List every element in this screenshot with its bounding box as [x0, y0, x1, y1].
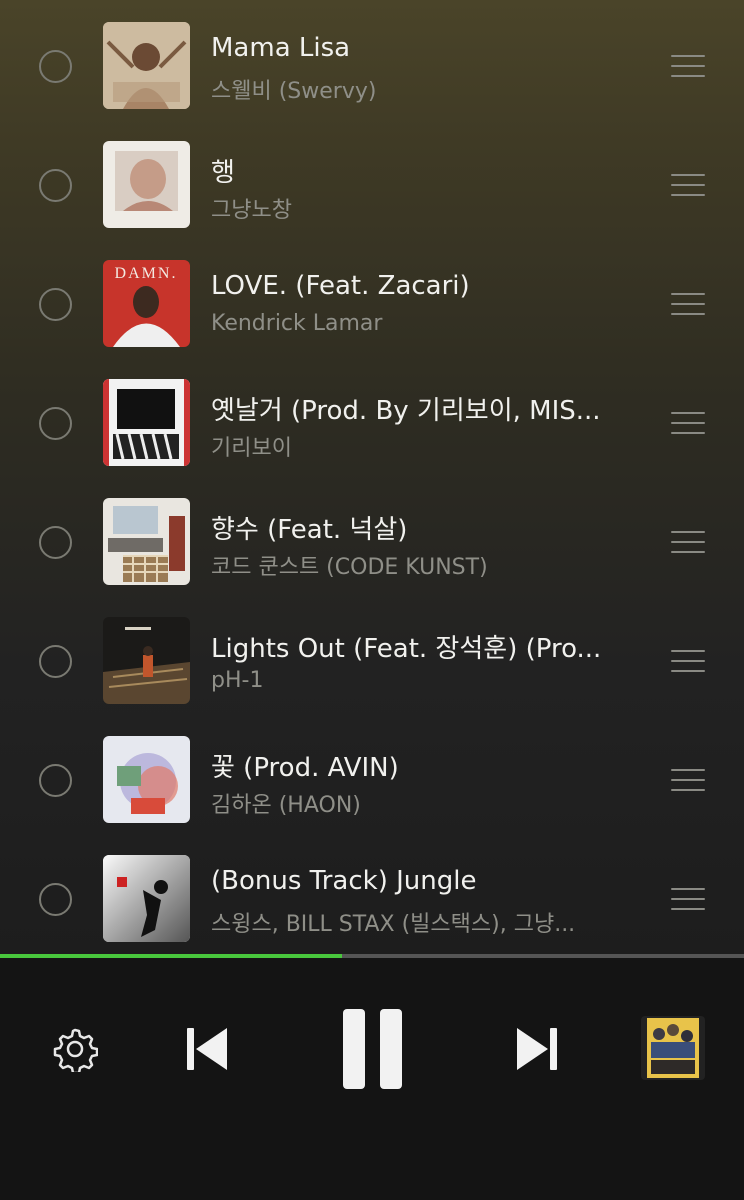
track-title: Mama Lisa — [211, 33, 351, 63]
album-art — [103, 736, 190, 823]
queue-row[interactable]: Mama Lisa 스웰비 (Swervy) — [0, 7, 744, 126]
track-artist: 스윙스, BILL STAX (빌스택스), 그냥... — [211, 912, 576, 937]
select-checkbox[interactable] — [39, 764, 72, 797]
album-art: DAMN. — [103, 260, 190, 347]
next-icon[interactable] — [516, 1026, 558, 1072]
queue-row[interactable]: (Bonus Track) Jungle 스윙스, BILL STAX (빌스택… — [0, 840, 744, 956]
reorder-handle-icon[interactable] — [671, 769, 705, 791]
album-art — [103, 22, 190, 109]
player-controls — [0, 958, 744, 1200]
queue-row[interactable]: 행 그냥노창 — [0, 126, 744, 245]
select-checkbox[interactable] — [39, 50, 72, 83]
track-title: 향수 (Feat. 넉살) — [211, 515, 408, 545]
gear-icon[interactable] — [52, 1026, 99, 1075]
queue-row[interactable]: 꽃 (Prod. AVIN) 김하온 (HAON) — [0, 721, 744, 840]
track-artist: Kendrick Lamar — [211, 311, 383, 336]
pause-icon[interactable] — [342, 1008, 404, 1090]
track-artist: 김하온 (HAON) — [211, 793, 361, 818]
album-art — [103, 379, 190, 466]
reorder-handle-icon[interactable] — [671, 412, 705, 434]
queue-list: Mama Lisa 스웰비 (Swervy) 행 그냥노창 DAMN. LOVE… — [0, 0, 744, 956]
track-title: Lights Out (Feat. 장석훈) (Pro... — [211, 634, 602, 664]
album-art — [103, 617, 190, 704]
select-checkbox[interactable] — [39, 407, 72, 440]
reorder-handle-icon[interactable] — [671, 531, 705, 553]
previous-icon[interactable] — [186, 1026, 228, 1072]
track-artist: pH-1 — [211, 668, 264, 693]
reorder-handle-icon[interactable] — [671, 293, 705, 315]
select-checkbox[interactable] — [39, 883, 72, 916]
select-checkbox[interactable] — [39, 645, 72, 678]
track-title: 옛날거 (Prod. By 기리보이, MIS... — [211, 396, 601, 426]
track-title: LOVE. (Feat. Zacari) — [211, 271, 470, 301]
reorder-handle-icon[interactable] — [671, 888, 705, 910]
select-checkbox[interactable] — [39, 288, 72, 321]
queue-row[interactable]: Lights Out (Feat. 장석훈) (Pro... pH-1 — [0, 602, 744, 721]
track-artist: 그냥노창 — [211, 198, 292, 223]
track-title: 꽃 (Prod. AVIN) — [211, 753, 399, 783]
reorder-handle-icon[interactable] — [671, 650, 705, 672]
track-title: (Bonus Track) Jungle — [211, 866, 477, 896]
album-art — [103, 498, 190, 585]
select-checkbox[interactable] — [39, 169, 72, 202]
select-checkbox[interactable] — [39, 526, 72, 559]
reorder-handle-icon[interactable] — [671, 55, 705, 77]
queue-row[interactable]: DAMN. LOVE. (Feat. Zacari) Kendrick Lama… — [0, 245, 744, 364]
track-artist: 코드 쿤스트 (CODE KUNST) — [211, 555, 488, 580]
queue-row[interactable]: 옛날거 (Prod. By 기리보이, MIS... 기리보이 — [0, 364, 744, 483]
album-art-text: DAMN. — [115, 265, 178, 282]
now-playing-album-art[interactable] — [641, 1016, 705, 1080]
queue-row[interactable]: 향수 (Feat. 넉살) 코드 쿤스트 (CODE KUNST) — [0, 483, 744, 602]
album-art — [103, 141, 190, 228]
track-artist: 기리보이 — [211, 436, 292, 461]
track-title: 행 — [211, 158, 235, 188]
track-artist: 스웰비 (Swervy) — [211, 79, 377, 104]
reorder-handle-icon[interactable] — [671, 174, 705, 196]
album-art — [103, 855, 190, 942]
